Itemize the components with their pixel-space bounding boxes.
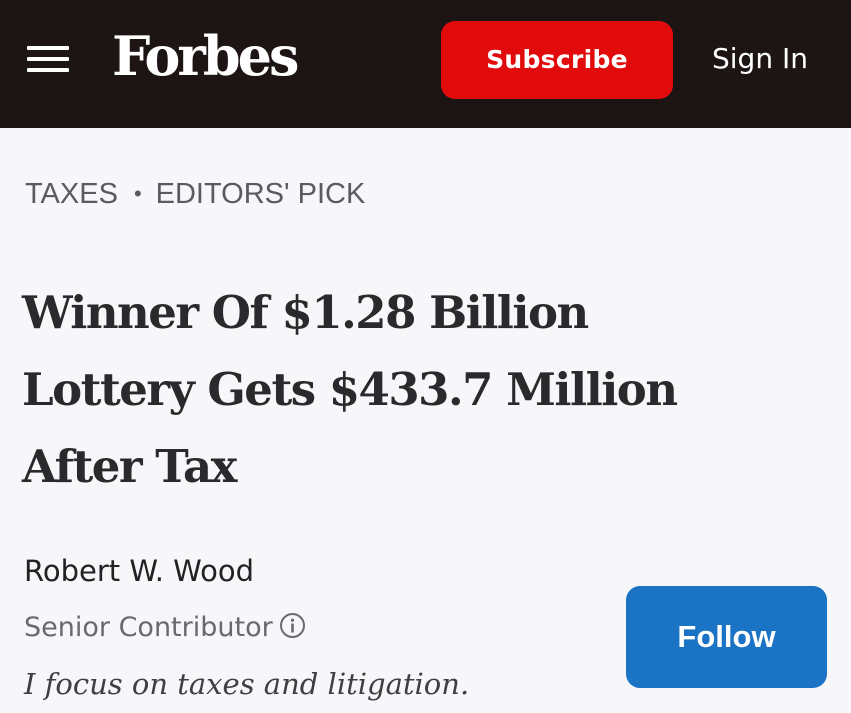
headline-line: After Tax <box>22 440 237 493</box>
menu-bar <box>27 57 69 61</box>
menu-bar <box>27 68 69 72</box>
hamburger-menu-icon[interactable] <box>27 43 69 75</box>
info-circle-icon[interactable] <box>279 612 306 639</box>
author-bio: I focus on taxes and litigation. <box>24 667 470 701</box>
author-role: Senior Contributor <box>24 608 306 648</box>
site-header: Forbes Subscribe Sign In <box>0 0 851 128</box>
follow-button[interactable]: Follow <box>626 586 827 688</box>
forbes-logo[interactable]: Forbes <box>112 20 299 92</box>
breadcrumb-separator: • <box>133 181 142 206</box>
headline-line: Winner Of $1.28 Billion <box>22 286 589 339</box>
breadcrumb-category[interactable]: TAXES <box>25 178 118 210</box>
sign-in-link[interactable]: Sign In <box>712 38 808 80</box>
author-name[interactable]: Robert W. Wood <box>24 551 254 591</box>
breadcrumb-tag[interactable]: EDITORS' PICK <box>156 178 366 210</box>
article-headline: Winner Of $1.28 Billion Lottery Gets $43… <box>22 274 822 505</box>
subscribe-button[interactable]: Subscribe <box>441 21 673 99</box>
author-role-label: Senior Contributor <box>24 612 273 643</box>
headline-line: Lottery Gets $433.7 Million <box>22 363 678 416</box>
breadcrumb: TAXES • EDITORS' PICK <box>25 174 365 214</box>
menu-bar <box>27 46 69 50</box>
